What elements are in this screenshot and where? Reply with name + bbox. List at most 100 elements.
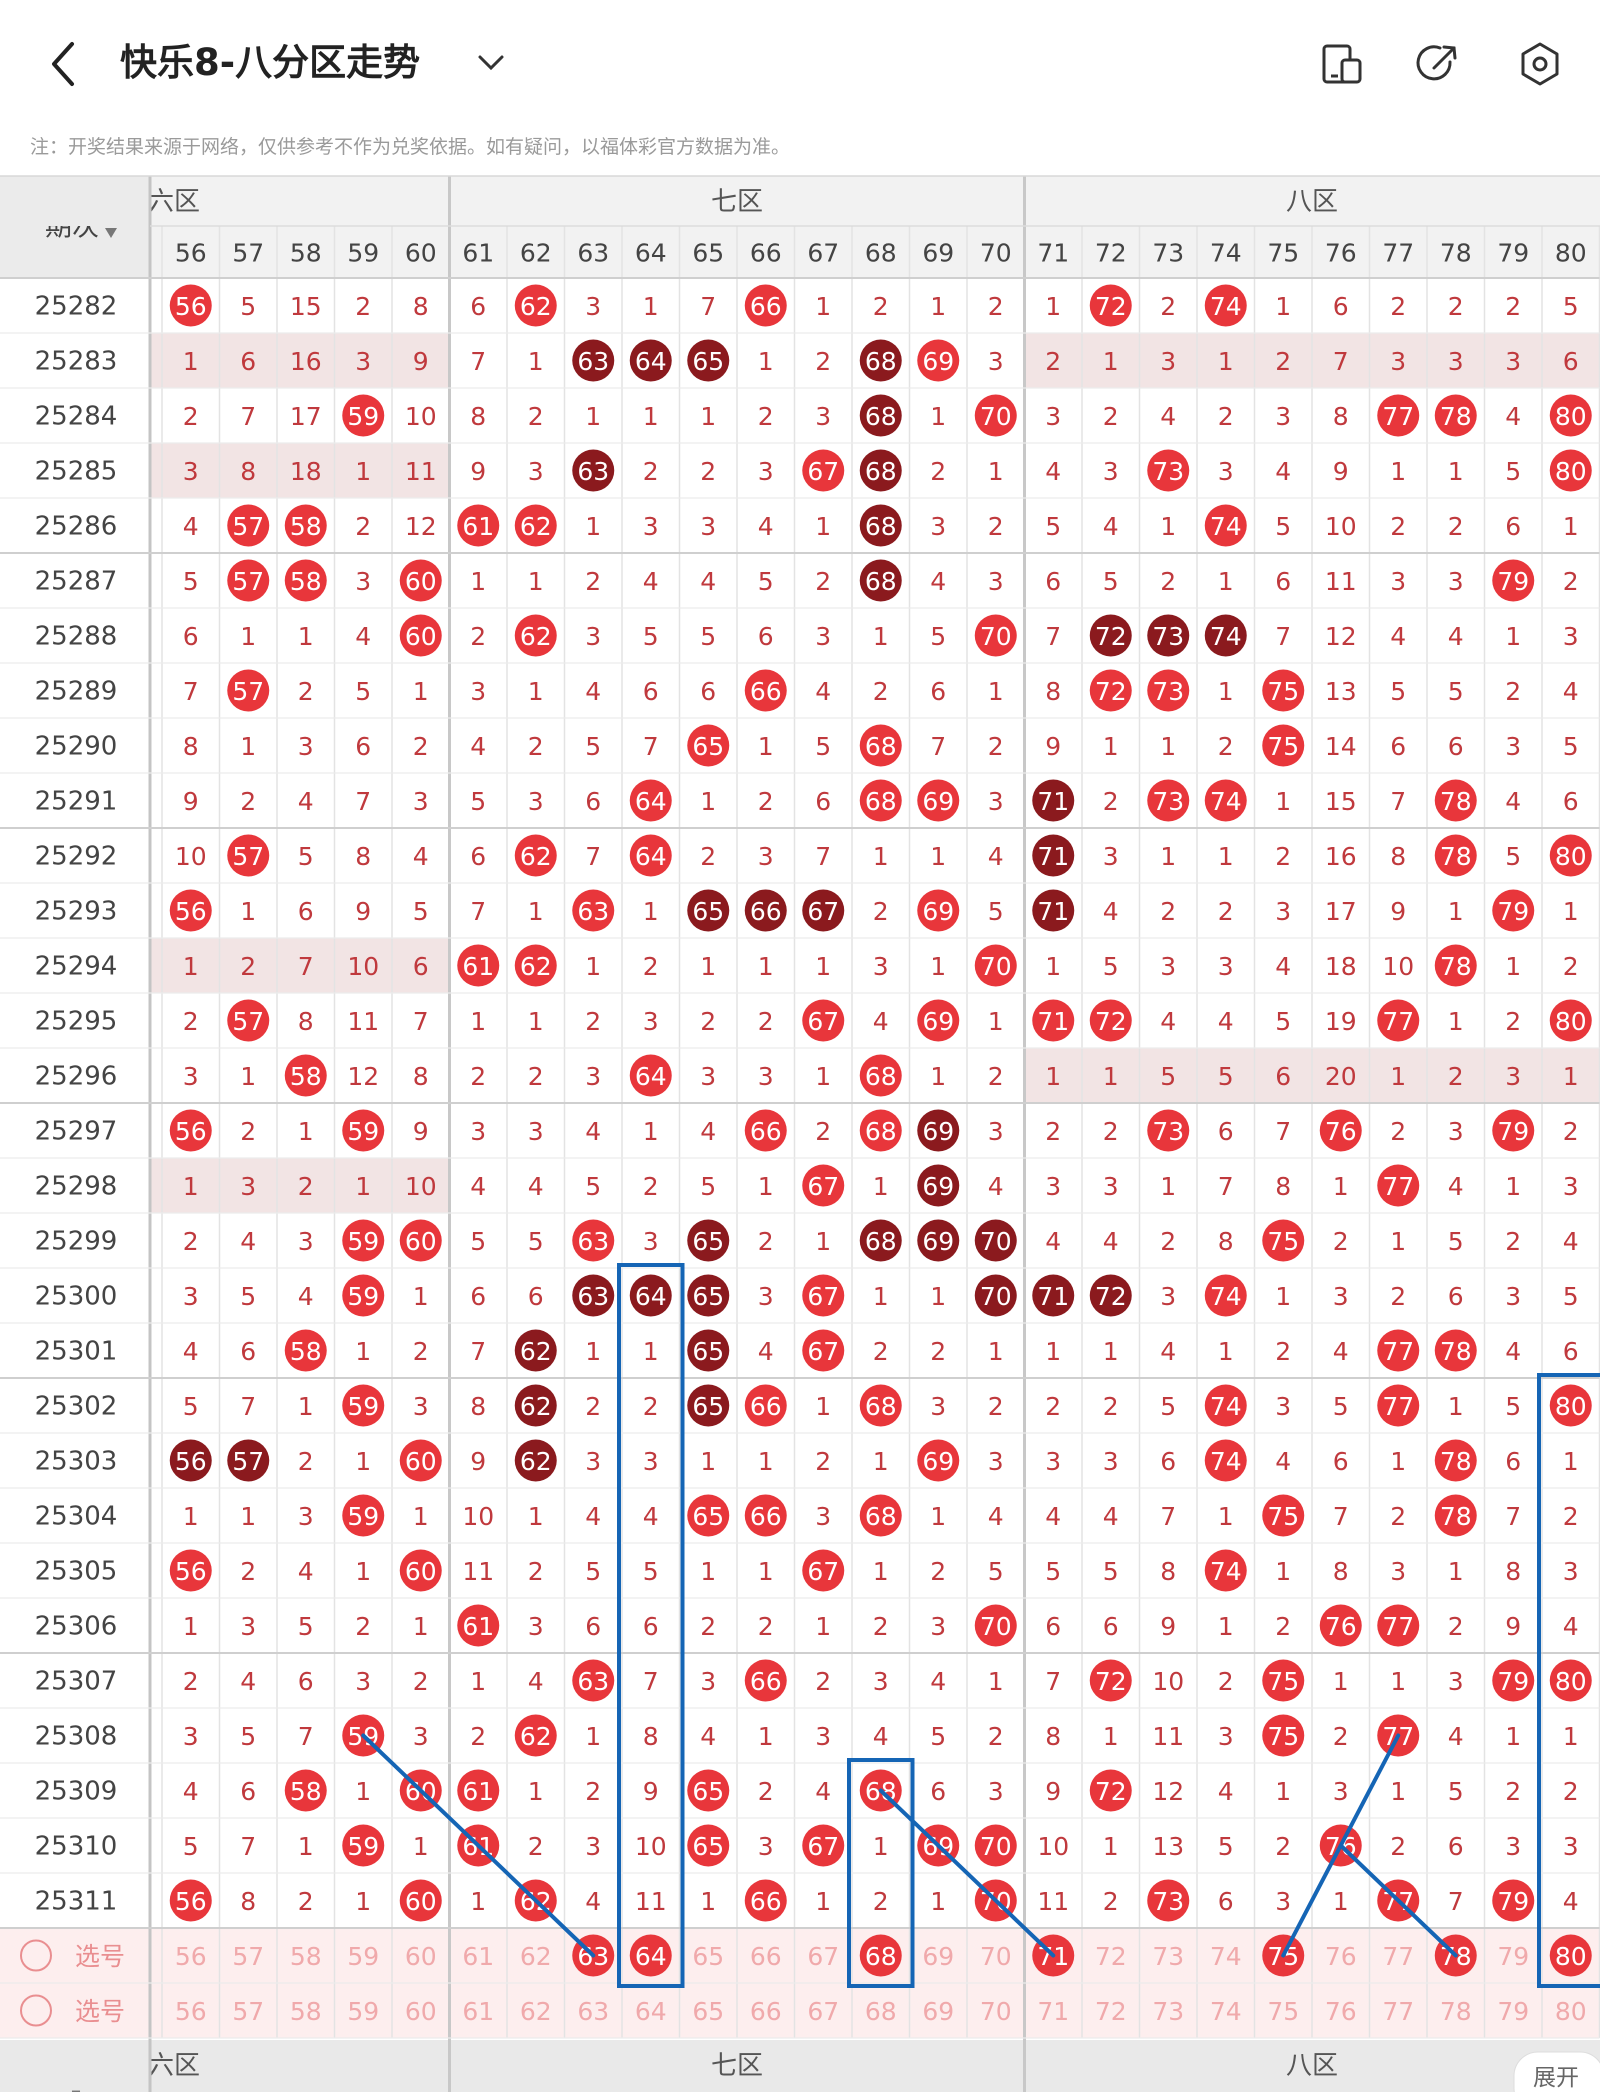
select-number[interactable]: 66 (750, 1942, 782, 1971)
expand-button[interactable]: 展开 (1513, 2051, 1600, 2092)
select-number[interactable]: 64 (635, 1997, 667, 2026)
miss-count: 5 (1045, 1557, 1061, 1586)
select-number[interactable]: 73 (1152, 1942, 1184, 1971)
hit-number: 77 (1382, 402, 1414, 431)
select-number[interactable]: 72 (1095, 1997, 1127, 2026)
miss-count: 1 (183, 1172, 199, 1201)
miss-count: 2 (240, 1557, 256, 1586)
select-number[interactable]: 73 (1152, 1997, 1184, 2026)
miss-count: 1 (1045, 1062, 1061, 1091)
hit-number: 74 (1210, 787, 1242, 816)
select-number[interactable]: 76 (1325, 1997, 1357, 2026)
select-number[interactable]: 78 (1440, 1997, 1472, 2026)
miss-count: 5 (643, 1557, 659, 1586)
select-number[interactable]: 66 (750, 1997, 782, 2026)
select-number[interactable]: 62 (520, 1997, 552, 2026)
miss-count: 4 (700, 567, 716, 596)
select-number[interactable]: 70 (980, 1997, 1012, 2026)
hit-number: 66 (750, 897, 782, 926)
period-cell: 25288 (35, 622, 118, 652)
select-number[interactable]: 61 (462, 1942, 494, 1971)
table-row: 2530946581606112965246863972124131522 (0, 1763, 1579, 1818)
miss-count: 5 (1275, 512, 1291, 541)
hit-number: 76 (1325, 1117, 1357, 1146)
select-number[interactable]: 58 (290, 1997, 322, 2026)
miss-count: 1 (1160, 732, 1176, 761)
hit-number: 62 (520, 1392, 552, 1421)
miss-count: 7 (470, 1337, 486, 1366)
miss-count: 3 (815, 622, 831, 651)
select-row[interactable]: 选号56575859606162636465666768697071727374… (0, 1983, 1600, 2038)
hit-number: 57 (232, 1447, 264, 1476)
select-number[interactable]: 68 (865, 1997, 897, 2026)
select-number[interactable]: 72 (1095, 1942, 1127, 1971)
select-number[interactable]: 69 (922, 1942, 954, 1971)
select-number[interactable]: 57 (232, 1942, 264, 1971)
period-cell: 25310 (35, 1832, 118, 1862)
miss-count: 3 (1505, 732, 1521, 761)
select-number[interactable]: 56 (175, 1942, 207, 1971)
miss-count: 5 (240, 292, 256, 321)
miss-count: 18 (1325, 952, 1357, 981)
select-number[interactable]: 56 (175, 1997, 207, 2026)
miss-count: 3 (988, 1117, 1004, 1146)
miss-count: 3 (1045, 1447, 1061, 1476)
miss-count: 10 (405, 1172, 437, 1201)
select-number[interactable]: 75 (1267, 1997, 1299, 2026)
miss-count: 6 (1563, 1337, 1579, 1366)
miss-count: 5 (1448, 1227, 1464, 1256)
select-number[interactable]: 59 (347, 1942, 379, 1971)
miss-count: 4 (1045, 1502, 1061, 1531)
select-number[interactable]: 76 (1325, 1942, 1357, 1971)
miss-count: 7 (183, 677, 199, 706)
select-number[interactable]: 65 (692, 1997, 724, 2026)
miss-count: 5 (470, 1227, 486, 1256)
miss-count: 6 (1103, 1612, 1119, 1641)
select-number[interactable]: 62 (520, 1942, 552, 1971)
miss-count: 2 (758, 1007, 774, 1036)
miss-count: 4 (298, 1557, 314, 1586)
select-number[interactable]: 61 (462, 1997, 494, 2026)
miss-count: 7 (1505, 1502, 1521, 1531)
select-number[interactable]: 58 (290, 1942, 322, 1971)
select-number[interactable]: 79 (1497, 1997, 1529, 2026)
miss-count: 2 (1505, 677, 1521, 706)
select-number[interactable]: 65 (692, 1942, 724, 1971)
miss-count: 2 (1218, 732, 1234, 761)
select-number[interactable]: 79 (1497, 1942, 1529, 1971)
miss-count: 5 (240, 1722, 256, 1751)
miss-count: 1 (585, 1722, 601, 1751)
select-number[interactable]: 63 (577, 1997, 609, 2026)
select-number[interactable]: 57 (232, 1997, 264, 2026)
table-row: 25299 2 4 3 59 60 5 5 63 3 65 2 1 68 69 70 4 4 2 8 75 2 1 5 2 4 (0, 1213, 1579, 1268)
miss-count: 1 (988, 1337, 1004, 1366)
select-number[interactable]: 69 (922, 1997, 954, 2026)
miss-count: 1 (930, 842, 946, 871)
select-number[interactable]: 70 (980, 1942, 1012, 1971)
miss-count: 10 (175, 842, 207, 871)
miss-count: 1 (700, 787, 716, 816)
select-number[interactable]: 71 (1037, 1997, 1069, 2026)
select-number[interactable]: 74 (1210, 1997, 1242, 2026)
select-number[interactable]: 80 (1555, 1997, 1587, 2026)
miss-count: 2 (528, 1062, 544, 1091)
select-number[interactable]: 77 (1382, 1942, 1414, 1971)
miss-count: 2 (988, 292, 1004, 321)
select-number[interactable]: 59 (347, 1997, 379, 2026)
miss-count: 4 (873, 1722, 889, 1751)
miss-count: 1 (1218, 347, 1234, 376)
miss-count: 3 (1103, 457, 1119, 486)
select-number[interactable]: 67 (807, 1942, 839, 1971)
miss-count: 1 (815, 512, 831, 541)
select-number[interactable]: 67 (807, 1997, 839, 2026)
miss-count: 7 (1045, 622, 1061, 651)
select-number[interactable]: 77 (1382, 1997, 1414, 2026)
miss-count: 2 (1160, 292, 1176, 321)
miss-count: 5 (1563, 1282, 1579, 1311)
select-row[interactable]: 选号56575859606162636465666768697071727374… (0, 1928, 1600, 1983)
select-number[interactable]: 60 (405, 1997, 437, 2026)
miss-count: 6 (643, 1612, 659, 1641)
select-number[interactable]: 60 (405, 1942, 437, 1971)
miss-count: 3 (298, 1227, 314, 1256)
select-number[interactable]: 74 (1210, 1942, 1242, 1971)
